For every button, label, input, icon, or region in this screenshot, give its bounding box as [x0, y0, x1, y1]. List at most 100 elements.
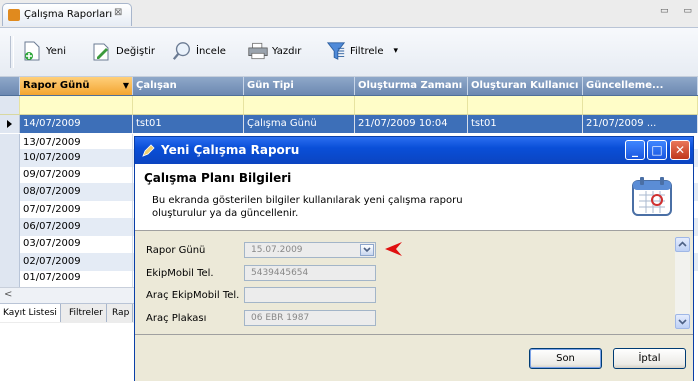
- filter-cell[interactable]: [468, 96, 583, 114]
- column-olusturan-kullanici[interactable]: Oluşturan Kullanıcı: [468, 77, 583, 95]
- rapor-gunu-label: Rapor Günü: [146, 245, 206, 256]
- filter-cell[interactable]: [244, 96, 355, 114]
- dialog-form: Rapor Günü 15.07.2009 EkipMobil Tel. 543…: [135, 231, 693, 333]
- close-button[interactable]: ✕: [670, 140, 690, 160]
- column-olusturma-zamani[interactable]: Oluşturma Zamanı: [355, 77, 468, 95]
- arac-plakasi-label: Araç Plakası: [146, 313, 207, 324]
- grid-filter-row[interactable]: [0, 96, 698, 115]
- cell-olusturan-kullanici[interactable]: tst01: [468, 115, 583, 133]
- row-indicator: [0, 166, 20, 184]
- cell-rapor-gunu[interactable]: 07/07/2009: [20, 201, 133, 219]
- edit-button[interactable]: Değiştir: [92, 38, 155, 64]
- row-indicator: [0, 183, 20, 201]
- horizontal-scrollbar[interactable]: <: [0, 287, 135, 303]
- cell-rapor-gunu[interactable]: 01/07/2009: [20, 269, 133, 287]
- review-button-label: İncele: [196, 45, 226, 57]
- row-indicator: [0, 149, 20, 167]
- cell-rapor-gunu[interactable]: 03/07/2009: [20, 235, 133, 253]
- maximize-button[interactable]: □: [647, 140, 667, 160]
- rapor-gunu-date-picker[interactable]: 15.07.2009: [244, 242, 376, 258]
- ekipmobil-tel-label: EkipMobil Tel.: [146, 268, 214, 279]
- reports-icon: [8, 9, 20, 21]
- column-gun-tipi[interactable]: Gün Tipi: [244, 77, 355, 95]
- tab-title: Çalışma Raporları: [24, 9, 113, 20]
- cancel-button[interactable]: İptal: [613, 348, 686, 369]
- chevron-down-icon[interactable]: [360, 244, 374, 256]
- row-indicator: [0, 115, 20, 133]
- editor-tab-bar: Çalışma Raporları ⊠ ▭ ▭: [0, 0, 698, 28]
- filter-cell[interactable]: [20, 96, 133, 114]
- column-label: Rapor Günü: [23, 80, 90, 91]
- filter-cell[interactable]: [355, 96, 468, 114]
- cell-gun-tipi[interactable]: Çalışma Günü: [244, 115, 355, 133]
- dialog-title-bar[interactable]: Yeni Çalışma Raporu _ □ ✕: [135, 137, 693, 164]
- printer-icon: [248, 41, 268, 61]
- red-pointer-arrow-icon: [385, 242, 402, 256]
- filter-button-label: Filtrele: [350, 45, 384, 57]
- cell-guncelleme[interactable]: 21/07/2009 ...: [583, 115, 698, 133]
- filter-button[interactable]: Filtrele ▾: [326, 38, 398, 64]
- cell-rapor-gunu[interactable]: 08/07/2009: [20, 183, 133, 201]
- column-rapor-gunu[interactable]: Rapor Günü ▼: [20, 77, 133, 95]
- dialog-description: Bu ekranda gösterilen bilgiler kullanıla…: [152, 195, 463, 219]
- edit-button-label: Değiştir: [116, 45, 155, 57]
- filter-cell[interactable]: [133, 96, 244, 114]
- scroll-up-button[interactable]: [675, 237, 690, 252]
- filter-cell[interactable]: [583, 96, 698, 114]
- arac-ekipmobil-tel-field[interactable]: [244, 287, 376, 303]
- tab-rapor[interactable]: Rap: [109, 304, 134, 322]
- review-button[interactable]: İncele: [172, 38, 226, 64]
- arac-ekipmobil-tel-label: Araç EkipMobil Tel.: [146, 290, 240, 301]
- tab-kayit-listesi[interactable]: Kayıt Listesi: [0, 304, 61, 322]
- scroll-down-button[interactable]: [675, 314, 690, 329]
- cell-rapor-gunu[interactable]: 09/07/2009: [20, 166, 133, 184]
- toolbar-grip: [10, 36, 14, 68]
- cell-rapor-gunu[interactable]: 14/07/2009: [20, 115, 133, 133]
- filter-dropdown-icon[interactable]: ▾: [393, 46, 398, 56]
- tab-calisma-raporlari[interactable]: Çalışma Raporları ⊠: [2, 3, 132, 26]
- header-indicator: [0, 77, 20, 95]
- grid-header: Rapor Günü ▼ Çalışan Gün Tipi Oluşturma …: [0, 77, 698, 96]
- tab-close-icon[interactable]: ⊠: [114, 7, 122, 18]
- magnifier-icon: [172, 41, 192, 61]
- print-button-label: Yazdır: [272, 45, 302, 57]
- view-minmax-icons[interactable]: ▭ ▭: [660, 6, 698, 16]
- new-button-label: Yeni: [46, 45, 67, 57]
- dialog-title: Yeni Çalışma Raporu: [161, 143, 300, 157]
- funnel-icon: [326, 41, 346, 61]
- arac-plakasi-field[interactable]: 06 EBR 1987: [244, 310, 376, 326]
- form-vertical-scrollbar[interactable]: [675, 237, 690, 329]
- filter-indicator: [0, 96, 20, 114]
- chevron-down-icon: [678, 319, 687, 325]
- new-doc-icon: [22, 41, 42, 61]
- scroll-left-icon[interactable]: <: [4, 289, 12, 300]
- column-calisan[interactable]: Çalışan: [133, 77, 244, 95]
- dialog-footer: Son İptal: [135, 334, 693, 381]
- edit-icon: [92, 41, 112, 61]
- tab-filtreler[interactable]: Filtreler: [66, 304, 107, 322]
- dialog-heading: Çalışma Planı Bilgileri: [144, 171, 292, 185]
- minimize-button[interactable]: _: [625, 140, 645, 160]
- ekipmobil-tel-field[interactable]: 5439445654: [244, 265, 376, 281]
- row-indicator: [0, 201, 20, 219]
- new-button[interactable]: Yeni: [22, 38, 66, 64]
- print-button[interactable]: Yazdır: [248, 38, 301, 64]
- row-indicator: [0, 269, 20, 287]
- dialog-header: Çalışma Planı Bilgileri Bu ekranda göste…: [135, 164, 693, 231]
- calendar-icon: [632, 177, 672, 216]
- column-guncelleme[interactable]: Güncelleme...: [583, 77, 698, 95]
- table-row-selected[interactable]: 14/07/2009 tst01 Çalışma Günü 21/07/2009…: [0, 115, 698, 133]
- toolbar: Yeni Değiştir İncele Yazdır Filtrele ▾: [0, 28, 698, 77]
- cell-rapor-gunu[interactable]: 06/07/2009: [20, 218, 133, 236]
- cell-rapor-gunu[interactable]: 10/07/2009: [20, 149, 133, 167]
- row-indicator: [0, 235, 20, 253]
- chevron-up-icon: [678, 241, 687, 247]
- cell-calisan[interactable]: tst01: [133, 115, 244, 133]
- cell-olusturma-zamani[interactable]: 21/07/2009 10:04: [355, 115, 468, 133]
- current-row-icon: [7, 120, 12, 128]
- sort-down-icon: ▼: [122, 81, 129, 90]
- new-report-dialog: Yeni Çalışma Raporu _ □ ✕ Çalışma Planı …: [134, 136, 694, 381]
- rapor-gunu-value: 15.07.2009: [251, 245, 303, 255]
- finish-button[interactable]: Son: [529, 348, 602, 369]
- bottom-tab-bar: Kayıt Listesi Filtreler Rap: [0, 303, 135, 323]
